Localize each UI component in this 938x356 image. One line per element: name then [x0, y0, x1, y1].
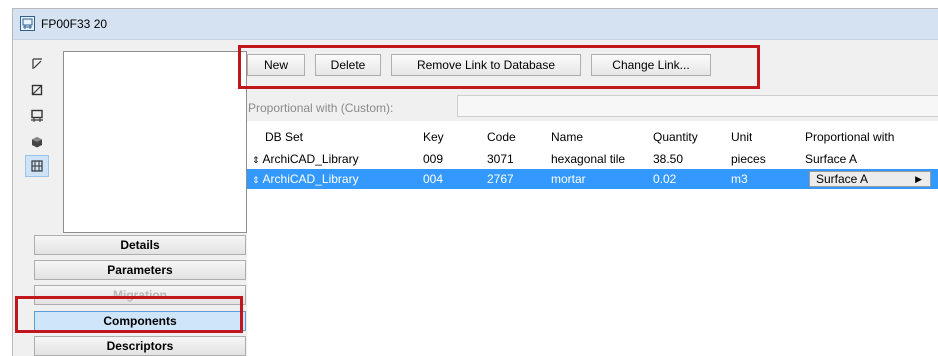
proportional-dropdown-value: Surface A	[816, 172, 869, 186]
column-header-unit[interactable]: Unit	[731, 127, 752, 147]
remove-link-button[interactable]: Remove Link to Database	[391, 54, 581, 76]
section-view-button[interactable]	[25, 79, 49, 101]
key-cell: 009	[423, 152, 444, 166]
details-button[interactable]: Details	[34, 235, 246, 255]
proportional-custom-label: Proportional with (Custom):	[248, 101, 394, 115]
component-icon	[31, 160, 43, 172]
descriptors-button[interactable]: Descriptors	[34, 336, 246, 356]
floor-plan-view-button[interactable]	[25, 53, 49, 75]
proportional-cell[interactable]: Surface A	[805, 149, 857, 169]
proportional-dropdown[interactable]: Surface A ▶	[809, 171, 931, 187]
db-set-value: ArchiCAD_Library	[262, 172, 359, 186]
component-settings-window: FP00F33 20 Details Parameters Migration …	[12, 8, 938, 356]
db-set-cell: ⇕ ArchiCAD_Library	[252, 169, 359, 189]
column-header-db-set[interactable]: DB Set	[265, 127, 303, 147]
title-bar: FP00F33 20	[13, 9, 938, 40]
window-title: FP00F33 20	[41, 17, 108, 31]
column-header-key[interactable]: Key	[423, 127, 444, 147]
change-link-button[interactable]: Change Link...	[591, 54, 711, 76]
column-header-quantity[interactable]: Quantity	[653, 127, 698, 147]
code-cell: 2767	[487, 172, 514, 186]
row-handle-icon[interactable]: ⇕	[252, 175, 260, 185]
component-view-button[interactable]	[25, 155, 49, 177]
column-header-code[interactable]: Code	[487, 127, 516, 147]
components-table: DB Set Key Code Name Quantity Unit Propo…	[247, 121, 938, 356]
components-button[interactable]: Components	[34, 311, 246, 331]
row-handle-icon[interactable]: ⇕	[252, 155, 260, 165]
quantity-cell[interactable]: 38.50	[653, 149, 683, 169]
name-cell: mortar	[551, 172, 586, 186]
unit-cell: pieces	[731, 152, 766, 166]
3d-view-icon	[32, 137, 42, 148]
migration-button[interactable]: Migration	[34, 285, 246, 305]
proportional-custom-field[interactable]	[457, 95, 938, 117]
delete-button[interactable]: Delete	[315, 54, 381, 76]
section-icon	[31, 84, 43, 96]
code-cell: 3071	[487, 152, 514, 166]
db-set-value: ArchiCAD_Library	[262, 152, 359, 166]
key-cell: 004	[423, 172, 444, 186]
elevation-icon	[31, 109, 43, 122]
floor-plan-icon	[32, 58, 42, 69]
quantity-cell[interactable]: 0.02	[653, 169, 676, 189]
name-cell: hexagonal tile	[551, 152, 626, 166]
column-header-name[interactable]: Name	[551, 127, 583, 147]
new-button[interactable]: New	[247, 54, 305, 76]
table-header: DB Set Key Code Name Quantity Unit Propo…	[247, 127, 938, 147]
dropdown-arrow-icon[interactable]: ▶	[915, 172, 922, 186]
unit-cell: m3	[731, 172, 748, 186]
elevation-view-button[interactable]	[25, 105, 49, 127]
preview-pane	[63, 51, 247, 233]
column-header-proportional[interactable]: Proportional with	[805, 127, 894, 147]
parameters-button[interactable]: Parameters	[34, 260, 246, 280]
3d-view-button[interactable]	[25, 131, 49, 153]
object-settings-icon	[20, 16, 35, 31]
table-row-selected[interactable]: ⇕ ArchiCAD_Library 004 2767 mortar 0.02 m…	[247, 169, 938, 189]
table-row[interactable]: ⇕ ArchiCAD_Library 009 3071 hexagonal til…	[247, 149, 938, 169]
db-set-cell: ⇕ ArchiCAD_Library	[252, 149, 359, 169]
